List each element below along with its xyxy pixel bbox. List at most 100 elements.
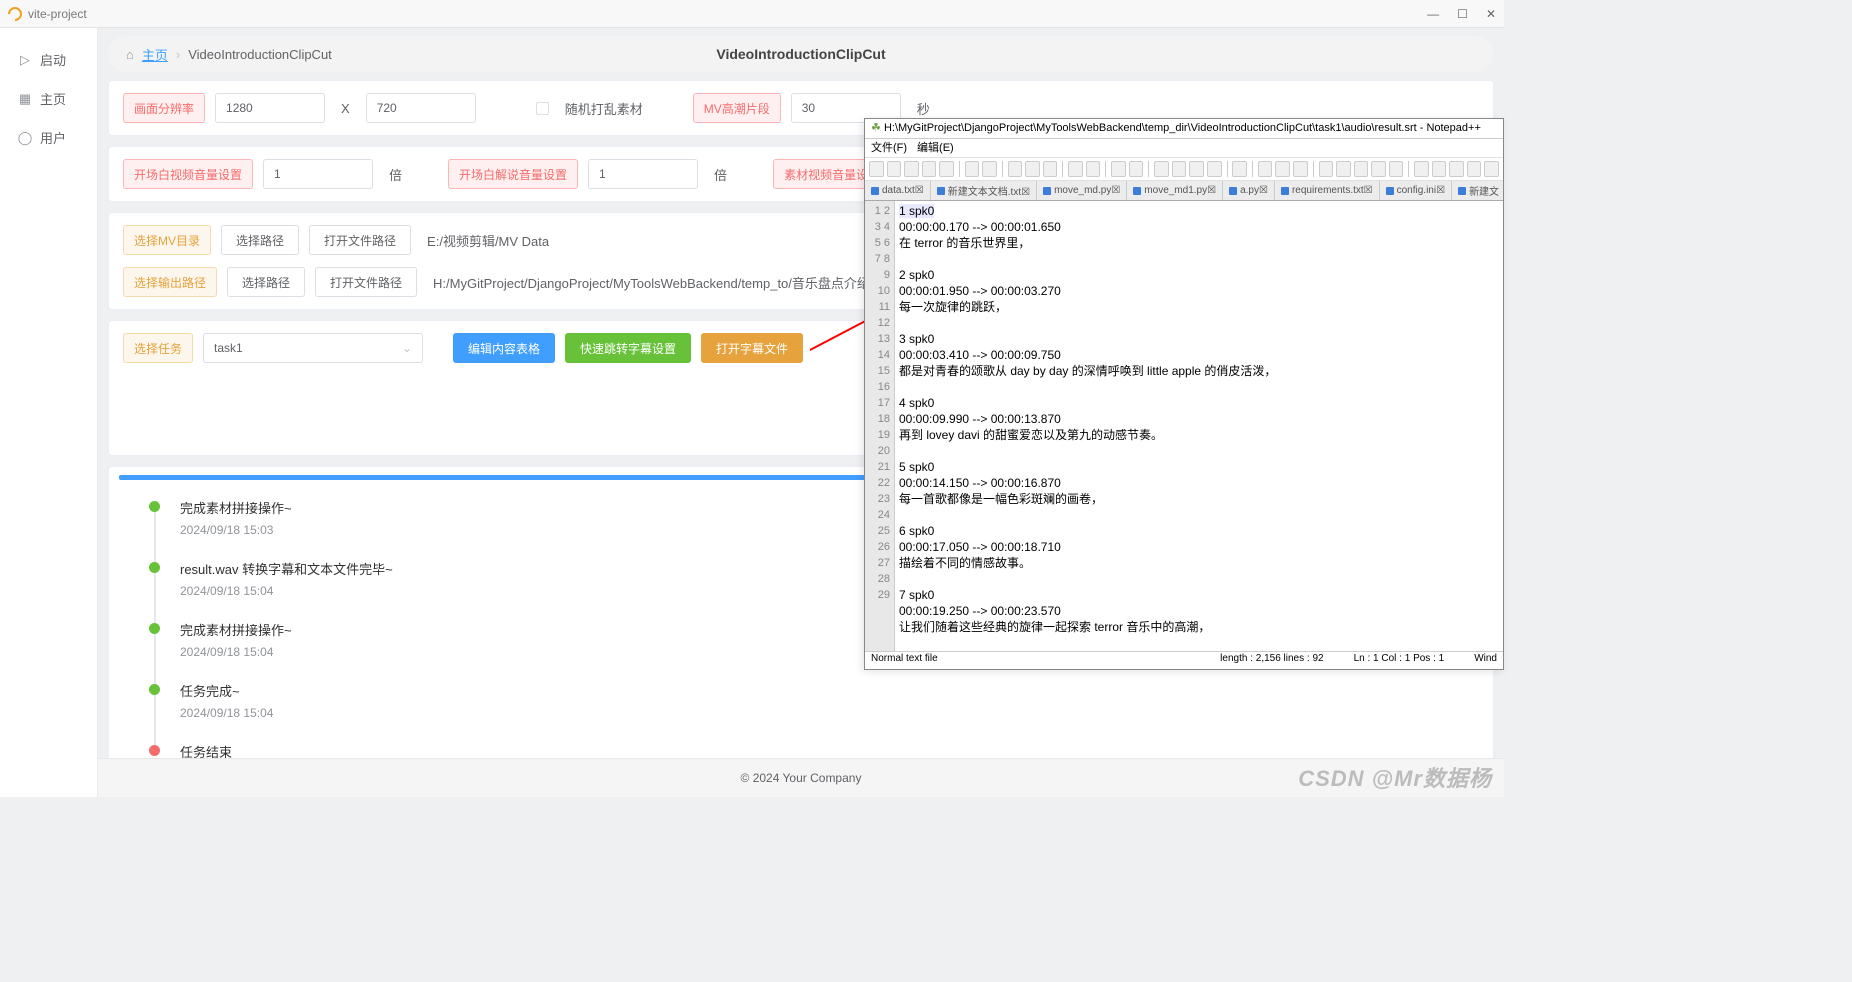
choose-mv-path-button[interactable]: 选择路径 — [221, 225, 299, 255]
page-title: VideoIntroductionClipCut — [716, 46, 885, 62]
edit-table-button[interactable]: 编辑内容表格 — [453, 333, 555, 363]
quick-jump-srt-button[interactable]: 快速跳转字幕设置 — [565, 333, 691, 363]
toolbar-icon[interactable] — [1025, 161, 1040, 177]
sidebar-item-home[interactable]: ▦ 主页 — [0, 79, 97, 118]
toolbar-icon[interactable] — [1111, 161, 1126, 177]
toolbar-icon[interactable] — [1189, 161, 1204, 177]
toolbar-icon[interactable] — [1467, 161, 1482, 177]
status-position: Ln : 1 Col : 1 Pos : 1 — [1354, 653, 1445, 668]
toolbar-icon[interactable] — [965, 161, 980, 177]
toolbar-icon[interactable] — [1319, 161, 1334, 177]
open-white-volume-input[interactable] — [263, 159, 373, 189]
open-white-volume-label: 开场白视频音量设置 — [123, 159, 253, 189]
toolbar-icon[interactable] — [1371, 161, 1386, 177]
tab-dot-icon — [1386, 187, 1394, 195]
close-icon[interactable]: ✕ — [1486, 7, 1496, 21]
toolbar-icon[interactable] — [1043, 161, 1058, 177]
toolbar-icon[interactable] — [1414, 161, 1429, 177]
toolbar-icon[interactable] — [1293, 161, 1308, 177]
sidebar-label: 主页 — [40, 89, 66, 108]
toolbar-icon[interactable] — [1275, 161, 1290, 177]
task-selected-value: task1 — [214, 341, 243, 355]
tab-dot-icon — [1229, 187, 1237, 195]
notepad-menubar[interactable]: 文件(F) 编辑(E) — [865, 139, 1503, 157]
open-narration-volume-input[interactable] — [588, 159, 698, 189]
toolbar-icon[interactable] — [922, 161, 937, 177]
x-separator: X — [335, 101, 356, 116]
notepad-titlebar[interactable]: ☘ H:\MyGitProject\DjangoProject\MyToolsW… — [865, 119, 1503, 139]
minimize-icon[interactable]: — — [1427, 7, 1439, 21]
notepad-tab[interactable]: a.py☒ — [1223, 181, 1275, 200]
open-srt-button[interactable]: 打开字幕文件 — [701, 333, 803, 363]
shuffle-checkbox[interactable] — [536, 102, 549, 115]
notepad-editor[interactable]: 1 2 3 4 5 6 7 8 9 10 11 12 13 14 15 16 1… — [865, 201, 1503, 651]
breadcrumb-home-link[interactable]: 主页 — [142, 45, 168, 64]
status-encoding: Wind — [1474, 653, 1497, 668]
toolbar-icon[interactable] — [982, 161, 997, 177]
toolbar-icon[interactable] — [939, 161, 954, 177]
select-task-label: 选择任务 — [123, 333, 193, 363]
width-input[interactable] — [215, 93, 325, 123]
toolbar-icon[interactable] — [1232, 161, 1247, 177]
timeline-item: 任务结束 2024/09/18 15:04 — [149, 742, 1453, 758]
notepad-tab[interactable]: config.ini☒ — [1380, 181, 1452, 200]
toolbar-icon[interactable] — [887, 161, 902, 177]
tab-dot-icon — [1133, 187, 1141, 195]
menu-file[interactable]: 文件(F) — [871, 139, 907, 157]
grid-icon: ▦ — [18, 92, 32, 106]
notepad-title-text: H:\MyGitProject\DjangoProject\MyToolsWeb… — [884, 122, 1481, 134]
toolbar-icon[interactable] — [869, 161, 884, 177]
timeline-dot — [149, 684, 160, 695]
timeline-title: 完成素材拼接操作~ — [180, 620, 292, 639]
play-icon: ▷ — [18, 53, 32, 67]
height-input[interactable] — [366, 93, 476, 123]
output-path-text: H:/MyGitProject/DjangoProject/MyToolsWeb… — [427, 273, 876, 292]
toolbar-icon[interactable] — [1086, 161, 1101, 177]
toolbar-icon[interactable] — [1336, 161, 1351, 177]
toolbar-icon[interactable] — [1389, 161, 1404, 177]
toolbar-icon[interactable] — [1008, 161, 1023, 177]
open-output-path-button[interactable]: 打开文件路径 — [315, 267, 417, 297]
timeline-title: 完成素材拼接操作~ — [180, 498, 292, 517]
notepad-tab[interactable]: move_md.py☒ — [1037, 181, 1127, 200]
breadcrumb-separator: › — [176, 47, 180, 62]
toolbar-icon[interactable] — [1129, 161, 1144, 177]
tab-dot-icon — [871, 187, 879, 195]
notepad-tab[interactable]: move_md1.py☒ — [1127, 181, 1223, 200]
notepad-tab[interactable]: requirements.txt☒ — [1275, 181, 1380, 200]
sidebar-item-start[interactable]: ▷ 启动 — [0, 40, 97, 79]
toolbar-icon[interactable] — [1432, 161, 1447, 177]
sidebar-item-user[interactable]: ◯ 用户 — [0, 118, 97, 157]
notepad-tab[interactable]: 新建文本文档.txt☒ — [931, 181, 1037, 200]
home-icon[interactable]: ⌂ — [126, 47, 134, 62]
task-select[interactable]: task1 ⌄ — [203, 333, 423, 363]
open-mv-path-button[interactable]: 打开文件路径 — [309, 225, 411, 255]
status-length: length : 2,156 lines : 92 — [1220, 653, 1323, 668]
app-logo-icon — [5, 4, 25, 24]
toolbar-icon[interactable] — [1068, 161, 1083, 177]
notepad-window: ☘ H:\MyGitProject\DjangoProject\MyToolsW… — [864, 118, 1504, 670]
choose-output-path-button[interactable]: 选择路径 — [227, 267, 305, 297]
code-area[interactable]: 1 spk0 00:00:00.170 --> 00:00:01.650 在 t… — [895, 201, 1503, 651]
open-narration-volume-label: 开场白解说音量设置 — [448, 159, 578, 189]
mv-dir-label: 选择MV目录 — [123, 225, 211, 255]
notepad-tab[interactable]: 新建文 — [1452, 181, 1503, 200]
notepad-tabs: data.txt☒新建文本文档.txt☒move_md.py☒move_md1.… — [865, 181, 1503, 201]
resolution-label: 画面分辨率 — [123, 93, 205, 123]
sidebar-label: 启动 — [40, 50, 66, 69]
breadcrumb-current: VideoIntroductionClipCut — [188, 47, 332, 62]
toolbar-icon[interactable] — [1449, 161, 1464, 177]
toolbar-icon[interactable] — [1484, 161, 1499, 177]
toolbar-icon[interactable] — [1154, 161, 1169, 177]
sidebar: ▷ 启动 ▦ 主页 ◯ 用户 — [0, 28, 98, 797]
toolbar-icon[interactable] — [1258, 161, 1273, 177]
toolbar-icon[interactable] — [1172, 161, 1187, 177]
menu-edit[interactable]: 编辑(E) — [917, 139, 954, 157]
notepad-tab[interactable]: data.txt☒ — [865, 181, 931, 200]
maximize-icon[interactable]: ☐ — [1457, 7, 1468, 21]
toolbar-icon[interactable] — [904, 161, 919, 177]
tab-dot-icon — [1281, 187, 1289, 195]
timeline-time: 2024/09/18 15:04 — [180, 584, 393, 598]
toolbar-icon[interactable] — [1354, 161, 1369, 177]
toolbar-icon[interactable] — [1207, 161, 1222, 177]
